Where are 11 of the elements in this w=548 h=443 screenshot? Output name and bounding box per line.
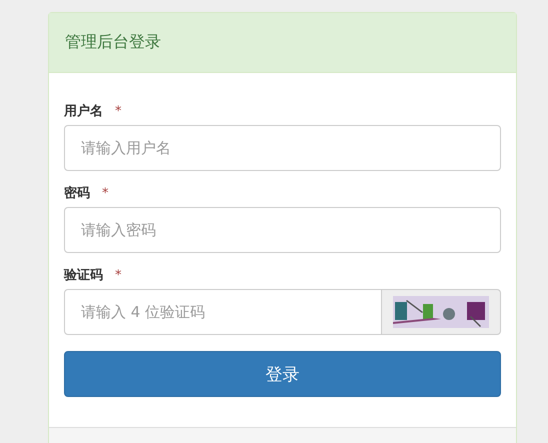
field-label: 验证码 — [64, 267, 103, 284]
login-button[interactable]: 登录 — [64, 351, 501, 397]
required-mark: * — [115, 268, 122, 282]
panel-title: 管理后台登录 — [65, 32, 161, 53]
field-label: 密码 — [64, 184, 90, 202]
field-label: 用户名 — [64, 102, 103, 120]
required-mark: * — [115, 104, 122, 118]
password-field[interactable]: 请输入密码 — [64, 207, 501, 253]
captcha-field[interactable]: 请输入 4 位验证码 — [64, 289, 382, 335]
username-field[interactable]: 请输入用户名 — [64, 125, 501, 171]
required-mark: * — [102, 186, 108, 200]
